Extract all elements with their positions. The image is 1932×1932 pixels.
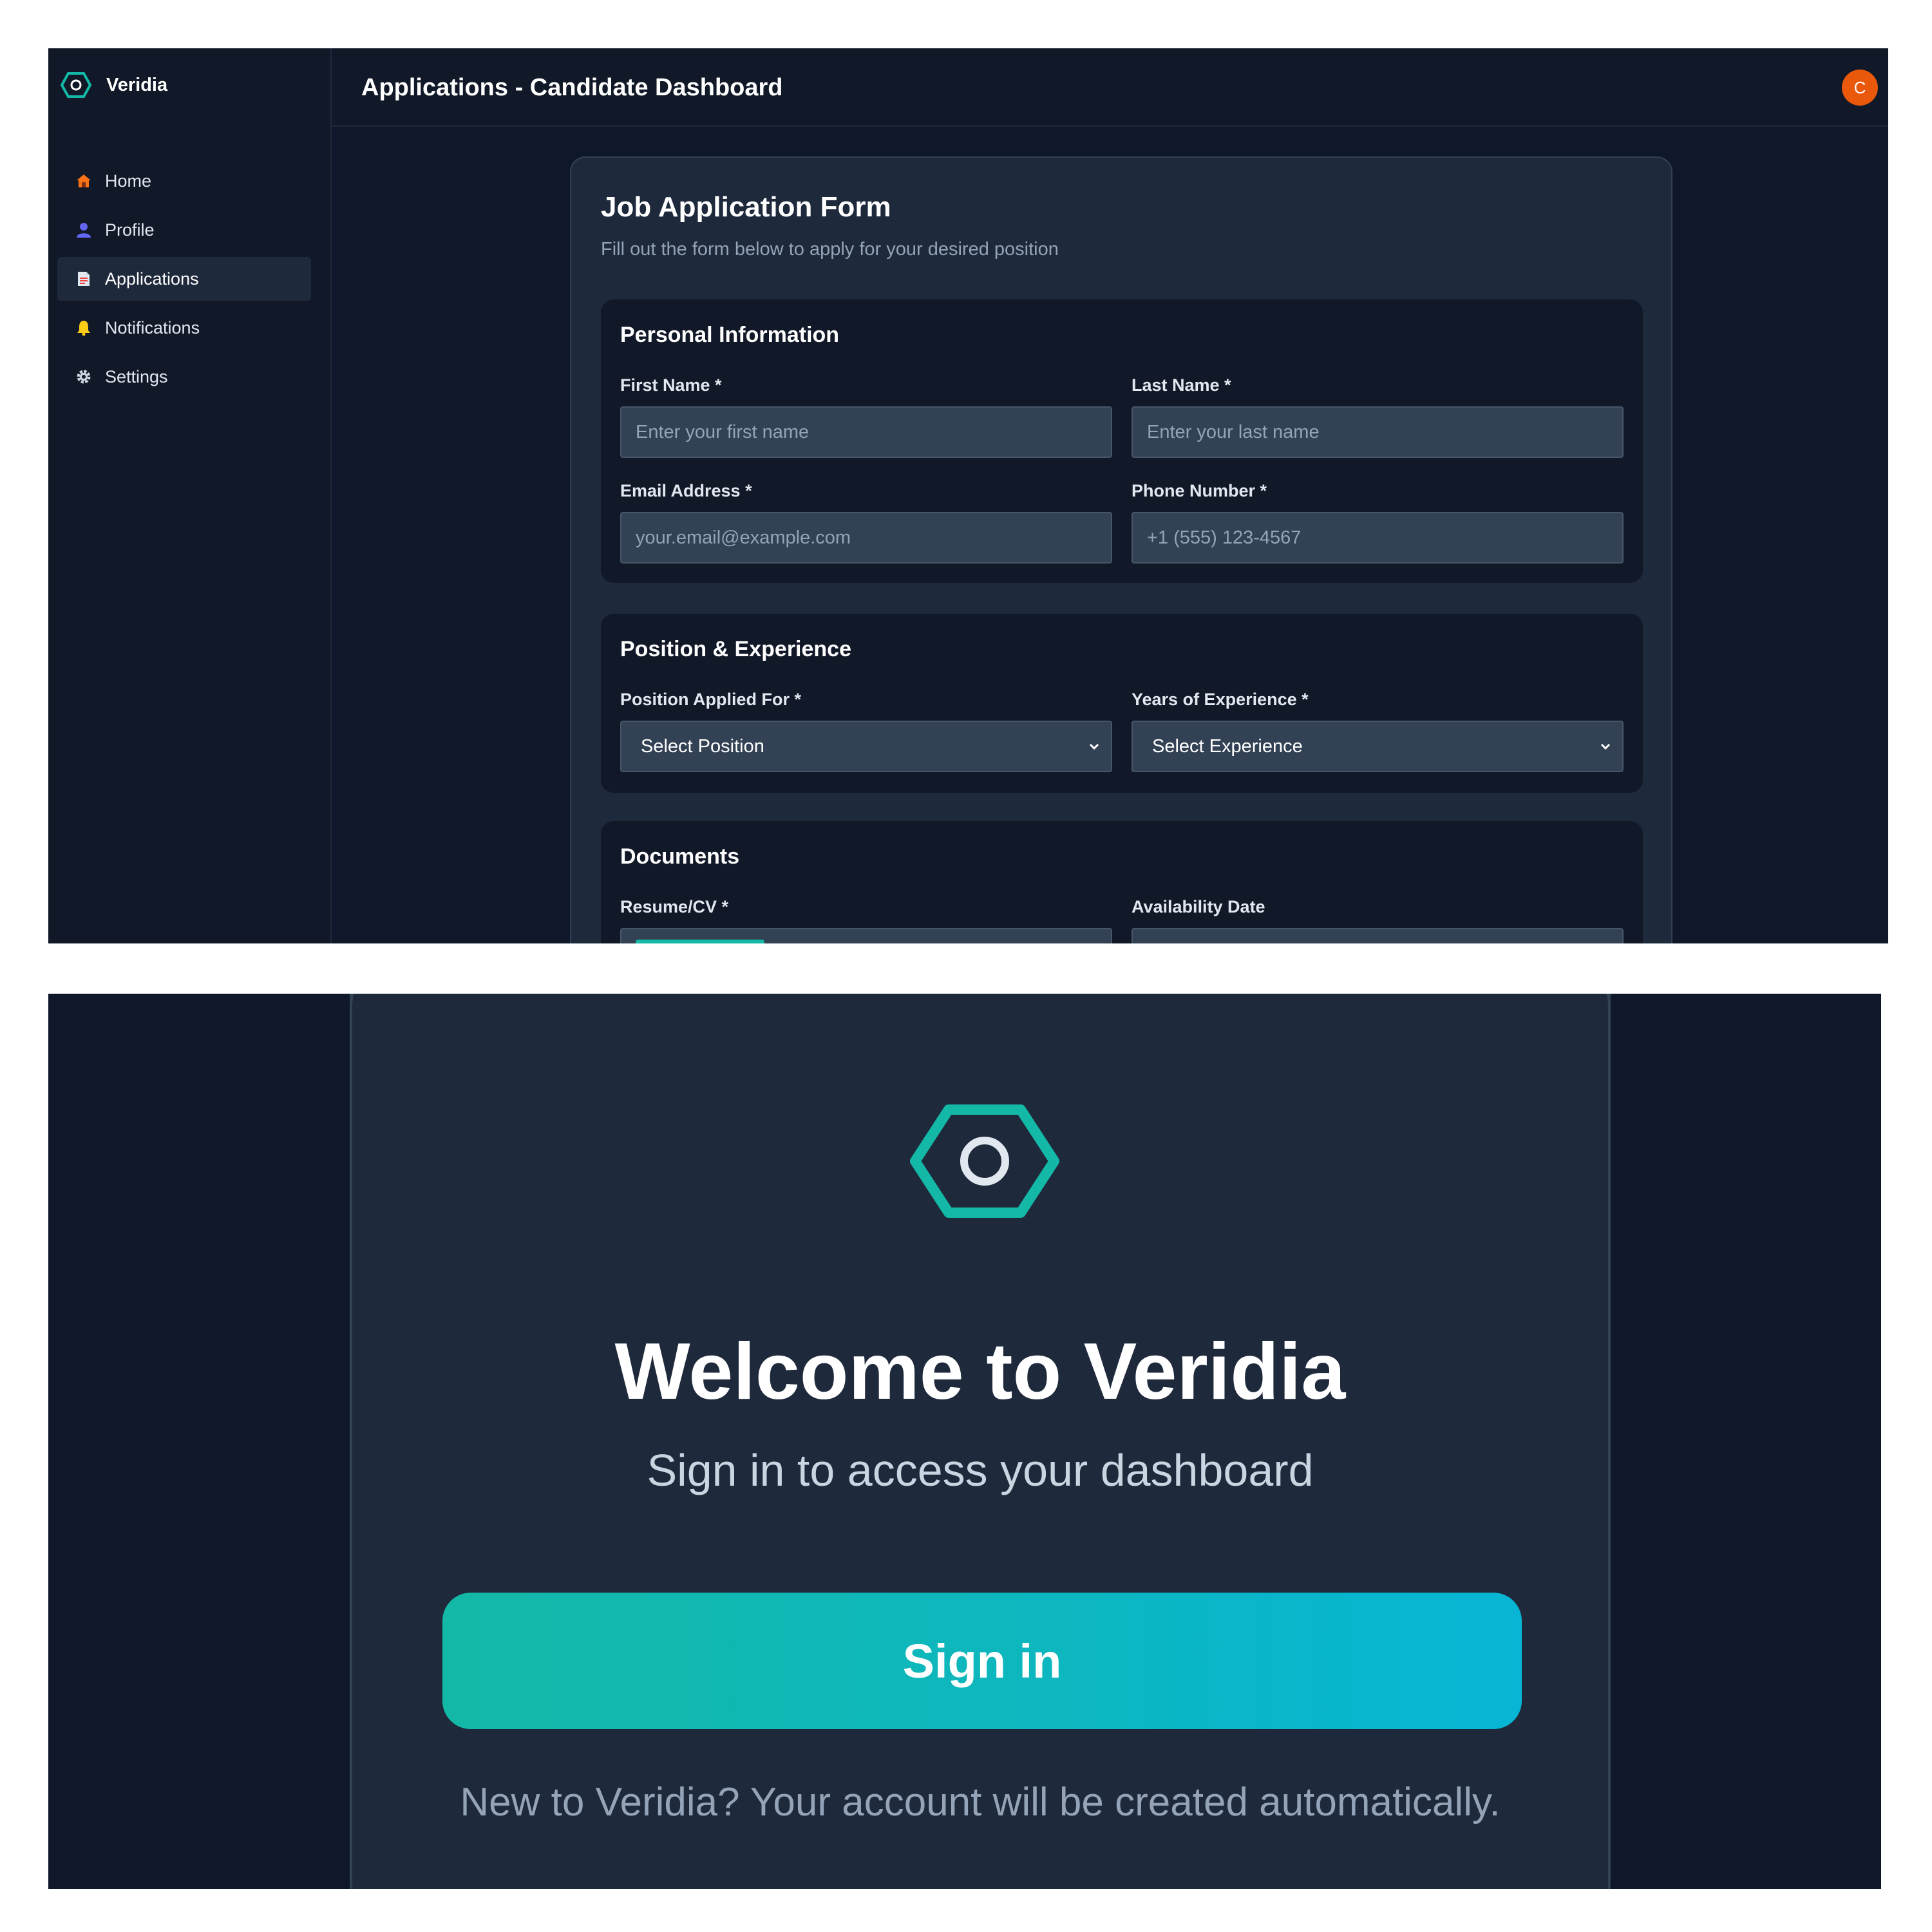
sidebar: Veridia Home Profile Applications Notifi…	[48, 48, 332, 943]
avatar[interactable]: C	[1842, 70, 1878, 106]
resume-label: Resume/CV *	[620, 897, 729, 916]
phone-label: Phone Number *	[1132, 481, 1267, 500]
form-title: Job Application Form	[601, 191, 891, 223]
sidebar-item-settings[interactable]: Settings	[57, 355, 311, 399]
login-card: Welcome to Veridia Sign in to access you…	[350, 994, 1611, 1889]
position-experience-section: Position & Experience Position Applied F…	[601, 614, 1643, 793]
documents-section: Documents Resume/CV * Availability Date	[601, 821, 1643, 943]
last-name-label: Last Name *	[1132, 375, 1231, 395]
sidebar-item-label: Profile	[105, 220, 155, 240]
sidebar-item-applications[interactable]: Applications	[57, 257, 311, 301]
personal-information-section: Personal Information First Name * Last N…	[601, 299, 1643, 583]
user-icon	[75, 222, 92, 238]
login-subtitle: Sign in to access your dashboard	[647, 1445, 1314, 1495]
resume-upload[interactable]	[620, 928, 1112, 943]
choose-file-button[interactable]	[636, 940, 764, 943]
bell-icon	[75, 319, 92, 336]
form-subtitle: Fill out the form below to apply for you…	[601, 239, 1059, 260]
last-name-input[interactable]	[1132, 406, 1624, 458]
sidebar-item-profile[interactable]: Profile	[57, 208, 311, 252]
dashboard-screen: Veridia Home Profile Applications Notifi…	[48, 48, 1888, 943]
brand[interactable]: Veridia	[60, 71, 167, 99]
position-select-value: Select Position	[641, 735, 764, 757]
sidebar-item-home[interactable]: Home	[57, 159, 311, 203]
sidebar-nav: Home Profile Applications Notifications	[57, 159, 311, 404]
position-select[interactable]: Select Position	[620, 721, 1112, 772]
job-application-form: Job Application Form Fill out the form b…	[570, 156, 1672, 943]
phone-field[interactable]	[1132, 512, 1624, 564]
experience-select[interactable]: Select Experience	[1132, 721, 1624, 772]
gear-icon	[75, 368, 92, 385]
years-experience-label: Years of Experience *	[1132, 690, 1309, 709]
page-title: Applications - Candidate Dashboard	[361, 74, 783, 101]
sidebar-item-label: Applications	[105, 269, 199, 289]
login-title: Welcome to Veridia	[614, 1327, 1346, 1416]
availability-date-label: Availability Date	[1132, 897, 1265, 916]
document-icon	[75, 270, 92, 287]
email-label: Email Address *	[620, 481, 752, 500]
experience-select-value: Select Experience	[1152, 735, 1303, 757]
brand-name: Veridia	[106, 74, 168, 95]
section-title: Personal Information	[620, 323, 840, 347]
hexagon-logo-icon	[910, 1104, 1059, 1218]
chevron-down-icon	[1600, 743, 1611, 750]
hexagon-logo-icon	[60, 72, 92, 98]
login-screen: Welcome to Veridia Sign in to access you…	[48, 994, 1881, 1889]
section-title: Documents	[620, 844, 740, 869]
sidebar-item-notifications[interactable]: Notifications	[57, 306, 311, 350]
account-creation-note: New to Veridia? Your account will be cre…	[460, 1780, 1501, 1824]
sidebar-item-label: Home	[105, 171, 152, 191]
section-title: Position & Experience	[620, 637, 851, 661]
home-icon	[75, 173, 92, 189]
email-field[interactable]	[620, 512, 1112, 564]
availability-date-input[interactable]	[1132, 928, 1624, 943]
sidebar-item-label: Settings	[105, 366, 168, 386]
first-name-label: First Name *	[620, 375, 722, 395]
position-applied-label: Position Applied For *	[620, 690, 801, 709]
sidebar-item-label: Notifications	[105, 317, 200, 337]
first-name-input[interactable]	[620, 406, 1112, 458]
chevron-down-icon	[1089, 743, 1099, 750]
sign-in-button[interactable]: Sign in	[442, 1593, 1522, 1729]
top-header: Applications - Candidate Dashboard C	[332, 48, 1888, 127]
